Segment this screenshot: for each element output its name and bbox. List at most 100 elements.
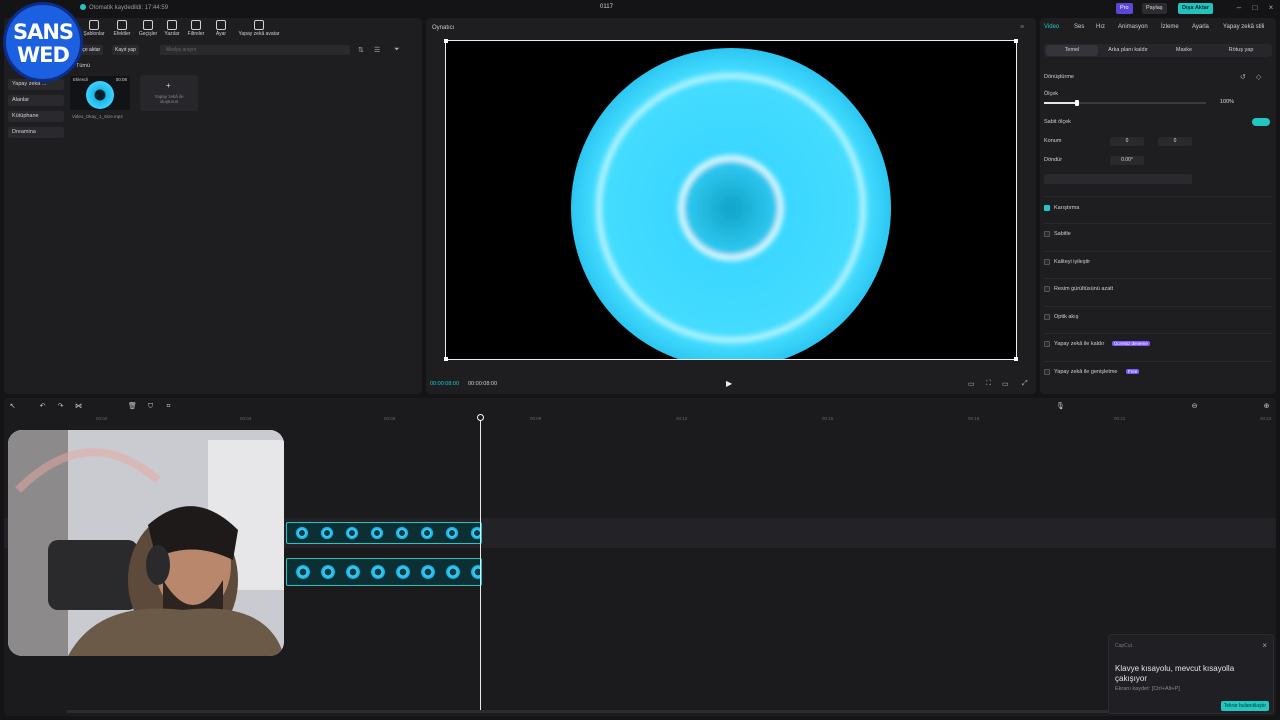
select-tool-icon[interactable]: ↖ [8,402,17,411]
fullscreen-icon[interactable]: ⤢ [1022,380,1028,388]
feature-ai-remove[interactable]: Yapay zekâ ile kaldır Ücretsiz deneme [1044,333,1272,353]
position-x-field[interactable]: 0 [1110,137,1144,146]
clip-frame [445,564,461,580]
crop-tool-icon[interactable]: ⌗ [164,402,173,411]
uniform-scale-label: Sabit ölçek [1044,119,1071,125]
sidebar-item-library[interactable]: Kütüphane [8,111,64,122]
feature-enhance[interactable]: Kaliteyi iyileştir [1044,251,1272,271]
handle-tr[interactable] [1014,39,1018,43]
tab-speed[interactable]: Hız [1096,24,1105,30]
scale-slider[interactable] [1044,100,1206,106]
stabilize-checkbox[interactable] [1044,231,1050,237]
video-clip-main[interactable] [286,558,482,586]
ai-create-card[interactable]: + Yapay zekâ ile oluşturun [140,75,198,111]
share-button[interactable]: Paylaş [1142,3,1167,14]
sort-icon[interactable]: ⇅ [358,46,364,54]
mic-icon[interactable]: 🎙 [1056,402,1065,411]
ai-remove-checkbox[interactable] [1044,341,1050,347]
playhead[interactable] [477,414,484,710]
tab-animation[interactable]: Animasyon [1118,24,1148,30]
filter-icon[interactable]: ⏷ [394,46,400,54]
play-icon[interactable]: ▶ [726,379,732,388]
zoom-fit-icon[interactable]: ⊕ [1262,402,1271,411]
delete-icon[interactable]: 🗑 [128,402,137,411]
clip-frame [320,526,334,540]
position-y-field[interactable]: 0 [1158,137,1192,146]
feature-stabilize[interactable]: Sabitle [1044,223,1272,243]
project-name[interactable]: 0117 [600,4,613,10]
reset-icon[interactable]: ↺ [1240,73,1246,81]
split-icon[interactable]: ⋈ [74,402,83,411]
channel-logo: SANS WED [3,2,83,82]
list-view-icon[interactable]: ☰ [374,46,380,54]
blend-label: Karıştırma [1054,205,1080,211]
inspector-panel: Video Ses Hız Animasyon İzleme Ayarla Ya… [1040,18,1276,394]
tool-ai-avatar[interactable]: Yapay zekâ avatar [236,20,282,37]
notification-toast: CapCut × Klavye kısayolu, mevcut kısayol… [1108,634,1274,714]
export-button[interactable]: Dışa Aktar [1178,3,1214,14]
ai-expand-checkbox[interactable] [1044,369,1050,375]
media-panel: Şablonlar Efektler Geçişler Yazılar Filt… [4,18,422,394]
subtab-basic[interactable]: Temel [1046,45,1098,56]
sidebar-item-spaces[interactable]: Alanlar [8,95,64,106]
glow-ring-preview [571,48,891,368]
toast-action-button[interactable]: Tekrar bulanıklaştır [1220,701,1269,711]
subtab-mask[interactable]: Maske [1158,45,1210,56]
clip-frame [445,526,459,540]
shield-icon[interactable]: ⛉ [146,402,155,411]
transform-heading[interactable]: Dönüştürme [1044,74,1074,80]
close-icon[interactable]: × [1266,3,1276,13]
zoom-out-icon[interactable]: ⊖ [1190,402,1199,411]
playhead-handle[interactable] [477,414,484,421]
tab-ai-style[interactable]: Yapay zekâ stili [1223,24,1264,30]
handle-tl[interactable] [444,39,448,43]
preview-canvas[interactable] [444,39,1018,368]
align-toolbar [1044,174,1192,184]
time-total: 00:00:08:00 [468,381,498,387]
tool-adjust[interactable]: Ayar [205,20,237,37]
minimize-icon[interactable]: – [1234,3,1244,13]
blend-checkbox[interactable] [1044,205,1050,211]
clip-frame [420,564,436,580]
feature-ai-expand[interactable]: Yapay zekâ ile genişletme Free [1044,361,1272,381]
transitions-icon [143,20,153,30]
rotate-field[interactable]: 0.00° [1110,156,1144,165]
record-button[interactable]: Kayıt yap [112,45,139,55]
subtab-remove-bg[interactable]: Arka planı kaldır [1100,45,1156,56]
fit-icon[interactable]: ▭ [968,380,975,388]
ratio-icon[interactable]: ▭ [1002,380,1009,388]
menu-icon[interactable]: ≡ [1020,24,1024,31]
keyframe-icon[interactable]: ◇ [1256,73,1261,81]
handle-bl[interactable] [444,357,448,361]
toast-close-icon[interactable]: × [1262,641,1267,650]
tab-adjust[interactable]: Ayarla [1192,24,1209,30]
optical-flow-checkbox[interactable] [1044,314,1050,320]
maximize-icon[interactable]: □ [1250,3,1260,13]
pro-button[interactable]: Pro [1116,3,1133,14]
scale-label: Ölçek [1044,91,1059,97]
tab-audio[interactable]: Ses [1074,24,1084,30]
denoise-checkbox[interactable] [1044,286,1050,292]
feature-optical-flow[interactable]: Optik akış [1044,306,1272,326]
tab-tracking[interactable]: İzleme [1161,24,1179,30]
undo-icon[interactable]: ↶ [38,402,47,411]
redo-icon[interactable]: ↷ [56,402,65,411]
tab-video[interactable]: Video [1044,24,1059,30]
sidebar-item-dreamina[interactable]: Dreamina [8,127,64,138]
ruler-tick: 00:06 [384,416,396,421]
uniform-scale-toggle[interactable] [1252,118,1270,126]
enhance-checkbox[interactable] [1044,259,1050,265]
scale-value[interactable]: 100% [1220,99,1234,105]
crop-icon[interactable]: ⛶ [986,380,991,388]
scale-slider-thumb[interactable] [1075,100,1079,106]
subtab-retouch[interactable]: Rötuş yap [1212,45,1270,56]
clip-added-label: Eklendi [73,77,88,82]
blend-section[interactable]: Karıştırma [1044,196,1272,216]
media-search-input[interactable]: Medya arayın [160,45,350,55]
media-clip-thumbnail[interactable]: Eklendi 00:08 [70,76,130,110]
video-clip-top[interactable] [286,522,482,544]
timeline-scrollbar[interactable] [66,710,1266,713]
feature-denoise[interactable]: Resim gürültüsünü azalt [1044,278,1272,298]
toast-app-name: CapCut [1115,643,1132,649]
handle-br[interactable] [1014,357,1018,361]
